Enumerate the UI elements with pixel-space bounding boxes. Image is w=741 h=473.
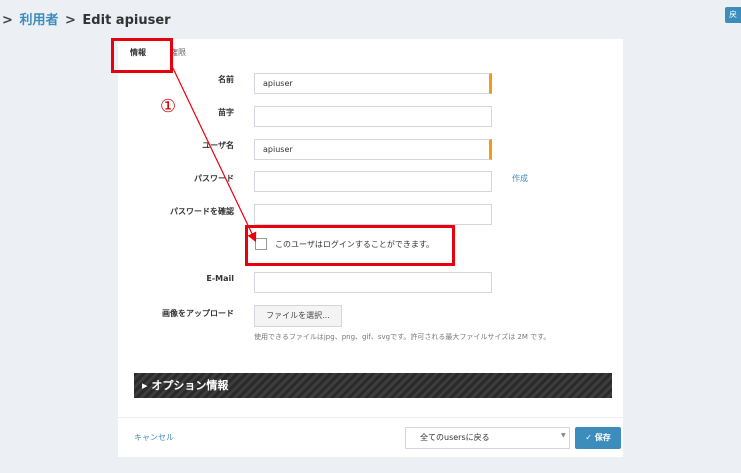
annotation-arrow: [170, 63, 257, 243]
